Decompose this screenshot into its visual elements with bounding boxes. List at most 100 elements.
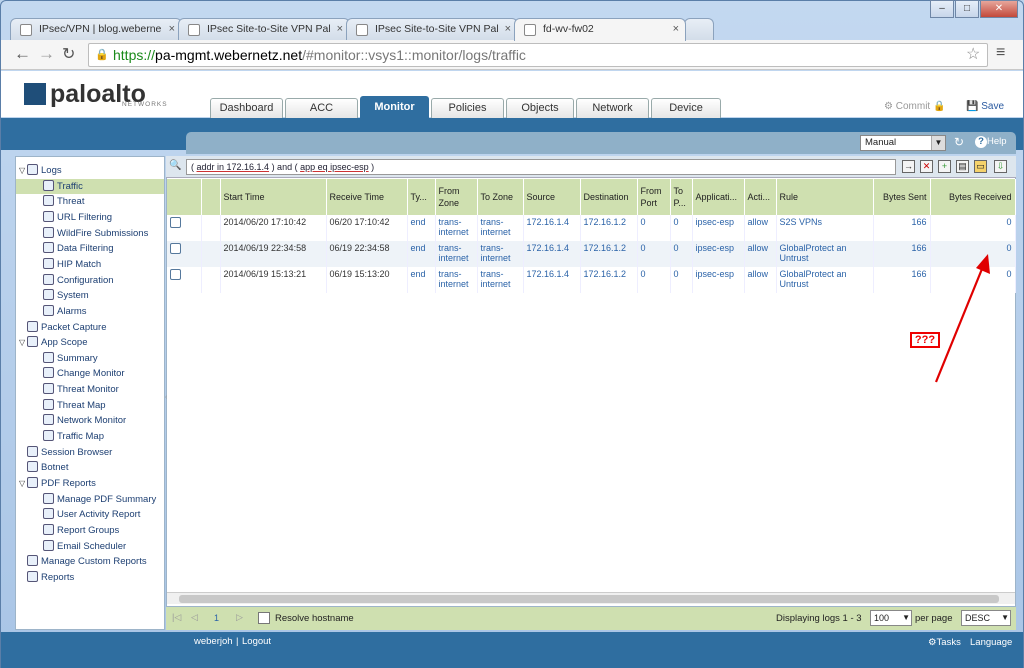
sidebar-item-url-filtering[interactable]: URL Filtering: [16, 210, 164, 225]
clear-filter-icon[interactable]: ✕: [920, 160, 933, 173]
log-detail-icon[interactable]: [170, 217, 181, 228]
close-tab-icon[interactable]: ×: [505, 23, 511, 35]
menu-icon[interactable]: ≡: [996, 44, 1005, 62]
cell-app[interactable]: ipsec-esp: [692, 267, 745, 293]
sidebar-item-threat-map[interactable]: Threat Map: [16, 398, 164, 413]
sidebar-item-data-filtering[interactable]: Data Filtering: [16, 241, 164, 256]
back-icon[interactable]: ←: [14, 44, 31, 64]
sidebar-item-reports[interactable]: Reports: [16, 570, 164, 585]
per-page-select[interactable]: 100 ▼: [870, 610, 912, 626]
tab-objects[interactable]: Objects: [506, 98, 574, 118]
column-header-bytes-sent[interactable]: Bytes Sent: [873, 179, 931, 215]
sidebar-item-threat-monitor[interactable]: Threat Monitor: [16, 382, 164, 397]
cell-from-zone[interactable]: trans-internet: [435, 267, 478, 293]
cell-type[interactable]: end: [407, 241, 436, 267]
cell-from-port[interactable]: 0: [637, 241, 671, 267]
column-header-bytes-received[interactable]: Bytes Received: [930, 179, 1016, 215]
log-detail-icon[interactable]: [170, 243, 181, 254]
cell-action[interactable]: allow: [744, 267, 777, 293]
language-link[interactable]: Language: [970, 637, 1012, 648]
table-row[interactable]: 2014/06/20 17:10:42 06/20 17:10:42 end tran…: [167, 215, 1016, 241]
sidebar-item-threat[interactable]: Threat: [16, 194, 164, 209]
sidebar-item-user-activity-report[interactable]: User Activity Report: [16, 507, 164, 522]
sidebar-item-app-scope[interactable]: ▽ App Scope: [16, 335, 164, 350]
refresh-icon[interactable]: ↻: [954, 135, 964, 149]
save-button[interactable]: 💾 Save: [966, 101, 1004, 112]
export-icon[interactable]: ⇩: [994, 160, 1007, 173]
reload-icon[interactable]: ↻: [62, 44, 75, 64]
cell-start[interactable]: 2014/06/19 15:13:21: [220, 267, 327, 293]
sidebar-item-summary[interactable]: Summary: [16, 351, 164, 366]
sidebar-item-pdf-reports[interactable]: ▽ PDF Reports: [16, 476, 164, 491]
sidebar-item-wildfire-submissions[interactable]: WildFire Submissions: [16, 226, 164, 241]
column-header-start-time[interactable]: Start Time: [220, 179, 327, 215]
sidebar-item-traffic[interactable]: Traffic: [16, 178, 164, 194]
cell-dest[interactable]: 172.16.1.2: [580, 215, 638, 241]
tasks-button[interactable]: ⚙Tasks: [928, 637, 961, 648]
column-header-application[interactable]: Applicati...: [692, 179, 745, 215]
table-row[interactable]: 2014/06/19 22:34:58 06/19 22:34:58 end tran…: [167, 241, 1016, 267]
first-page-icon[interactable]: |◁: [172, 612, 181, 623]
page-number[interactable]: 1: [214, 613, 219, 623]
expand-arrow-icon[interactable]: ▽: [19, 335, 27, 350]
forward-icon[interactable]: →: [38, 44, 55, 64]
cell-to-zone[interactable]: trans-internet: [477, 215, 524, 241]
horizontal-scrollbar[interactable]: [167, 592, 1015, 604]
sidebar-item-hip-match[interactable]: HIP Match: [16, 257, 164, 272]
column-header-rule[interactable]: Rule: [776, 179, 874, 215]
column-header-to-zone[interactable]: To Zone: [477, 179, 524, 215]
cell-app[interactable]: ipsec-esp: [692, 215, 745, 241]
close-tab-icon[interactable]: ×: [337, 23, 343, 35]
sidebar-item-report-groups[interactable]: Report Groups: [16, 523, 164, 538]
cell-action[interactable]: allow: [744, 241, 777, 267]
next-page-icon[interactable]: ▷: [236, 612, 243, 623]
prev-page-icon[interactable]: ◁: [191, 612, 198, 623]
sidebar-item-packet-capture[interactable]: Packet Capture: [16, 320, 164, 335]
cell-from-zone[interactable]: trans-internet: [435, 241, 478, 267]
column-header[interactable]: [167, 179, 202, 215]
cell-receive[interactable]: 06/19 15:13:20: [326, 267, 408, 293]
column-header-source[interactable]: Source: [523, 179, 581, 215]
tab-monitor[interactable]: Monitor: [360, 96, 429, 118]
column-header[interactable]: [201, 179, 221, 215]
column-header-type[interactable]: Ty...: [407, 179, 436, 215]
tab-policies[interactable]: Policies: [431, 98, 504, 118]
filter-input[interactable]: ( addr in 172.16.1.4 ) and ( app eq ipse…: [186, 159, 896, 175]
cell-to-port[interactable]: 0: [670, 241, 693, 267]
new-tab-button[interactable]: [684, 18, 714, 40]
tab-acc[interactable]: ACC: [285, 98, 358, 118]
column-header-receive-time[interactable]: Receive Time: [326, 179, 408, 215]
commit-button[interactable]: ⚙ Commit 🔒: [884, 101, 945, 112]
cell-received[interactable]: 0: [930, 215, 1016, 241]
tab-network[interactable]: Network: [576, 98, 649, 118]
add-filter-icon[interactable]: +: [938, 160, 951, 173]
cell-from-zone[interactable]: trans-internet: [435, 215, 478, 241]
cell-source[interactable]: 172.16.1.4: [523, 215, 581, 241]
cell-rule[interactable]: GlobalProtect an Untrust: [776, 241, 874, 267]
sidebar-item-manage-custom-reports[interactable]: Manage Custom Reports: [16, 554, 164, 569]
detail-cell[interactable]: [167, 241, 202, 267]
cell-type[interactable]: end: [407, 215, 436, 241]
column-header-action[interactable]: Acti...: [744, 179, 777, 215]
cell-sent[interactable]: 166: [873, 215, 931, 241]
logout-link[interactable]: Logout: [242, 636, 271, 647]
cell-dest[interactable]: 172.16.1.2: [580, 267, 638, 293]
sidebar-item-email-scheduler[interactable]: Email Scheduler: [16, 539, 164, 554]
cell-type[interactable]: end: [407, 267, 436, 293]
sidebar-item-traffic-map[interactable]: Traffic Map: [16, 429, 164, 444]
browser-tab[interactable]: IPsec Site-to-Site VPN Pal ×: [178, 18, 350, 40]
close-tab-icon[interactable]: ×: [673, 23, 679, 35]
sidebar-item-logs[interactable]: ▽ Logs: [16, 163, 164, 178]
help-button[interactable]: ? Help: [975, 136, 1007, 148]
column-header-from-port[interactable]: From Port: [637, 179, 671, 215]
cell-rule[interactable]: S2S VPNs: [776, 215, 874, 241]
cell-to-zone[interactable]: trans-internet: [477, 267, 524, 293]
column-header-destination[interactable]: Destination: [580, 179, 638, 215]
resolve-hostname-checkbox[interactable]: [258, 612, 270, 624]
scrollbar-thumb[interactable]: [179, 595, 999, 603]
browser-tab[interactable]: IPsec/VPN | blog.weberne ×: [10, 18, 182, 40]
collapse-handle-icon[interactable]: ‹: [165, 394, 167, 401]
sidebar-item-alarms[interactable]: Alarms: [16, 304, 164, 319]
browser-tab[interactable]: IPsec Site-to-Site VPN Pal ×: [346, 18, 518, 40]
sidebar-item-configuration[interactable]: Configuration: [16, 273, 164, 288]
